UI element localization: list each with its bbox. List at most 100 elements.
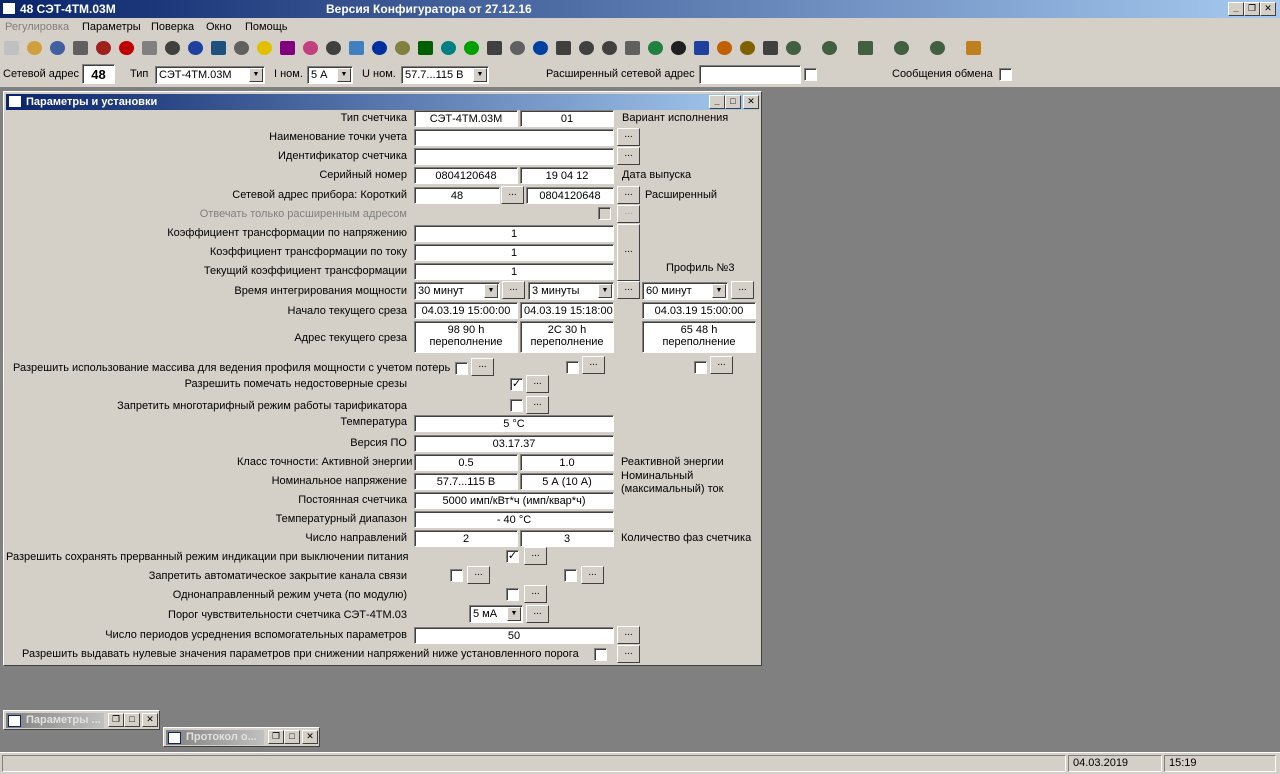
ktrans-button[interactable]: ...: [617, 224, 640, 281]
periods-input[interactable]: 50: [414, 627, 614, 644]
chevron-down-icon[interactable]: ▼: [507, 607, 521, 621]
close-icon[interactable]: ✕: [1260, 2, 1276, 16]
array1-checkbox[interactable]: [455, 362, 468, 375]
ext-addr-field[interactable]: [699, 65, 801, 84]
app-icon[interactable]: [2, 2, 16, 15]
autoclose1-button[interactable]: ...: [467, 566, 490, 584]
identifier-input[interactable]: [414, 148, 614, 165]
integr1-button[interactable]: ...: [502, 281, 525, 299]
eye-icon[interactable]: [441, 41, 456, 55]
list-icon[interactable]: [395, 41, 410, 55]
ext-only-button[interactable]: ...: [617, 205, 640, 223]
minimize-icon[interactable]: _: [709, 95, 725, 109]
restore-icon[interactable]: ❐: [108, 713, 124, 727]
short-addr-button[interactable]: ...: [501, 186, 524, 204]
tools-icon[interactable]: [625, 41, 640, 55]
plug5-icon[interactable]: [930, 41, 945, 55]
type-select[interactable]: СЭТ-4ТМ.03М ▼: [155, 66, 265, 84]
minimized-protocol-window[interactable]: Протокол о... ❐ □ ✕: [163, 727, 320, 747]
autoclose2-button[interactable]: ...: [581, 566, 604, 584]
plug4-icon[interactable]: [894, 41, 909, 55]
threshold-button[interactable]: ...: [526, 605, 549, 623]
net-addr-field[interactable]: 48: [82, 64, 115, 84]
info-icon[interactable]: [372, 41, 387, 55]
ext-addr-field[interactable]: 0804120648: [526, 187, 614, 204]
maximize-icon[interactable]: □: [124, 713, 140, 727]
pen-icon[interactable]: [740, 41, 755, 55]
autoclose1-checkbox[interactable]: [450, 569, 463, 582]
maximize-icon[interactable]: □: [725, 95, 741, 109]
read-icon[interactable]: [96, 41, 111, 55]
monitor-icon[interactable]: [763, 41, 778, 55]
close-icon[interactable]: ✕: [743, 95, 759, 109]
chevron-down-icon[interactable]: ▼: [337, 68, 351, 82]
plug1-icon[interactable]: [786, 41, 801, 55]
integr2-button[interactable]: ...: [617, 281, 640, 299]
unreliable-button[interactable]: ...: [526, 375, 549, 393]
save-icon[interactable]: [50, 41, 65, 55]
meter-icon[interactable]: [326, 41, 341, 55]
delta-icon[interactable]: [579, 41, 594, 55]
unreliable-checkbox[interactable]: ✓: [510, 378, 523, 391]
radar-icon[interactable]: [533, 41, 548, 55]
book-icon[interactable]: [694, 41, 709, 55]
scales-icon[interactable]: [487, 41, 502, 55]
zero-button[interactable]: ...: [617, 645, 640, 663]
chevron-down-icon[interactable]: ▼: [249, 68, 263, 82]
menu-parameters[interactable]: Параметры: [82, 21, 141, 33]
unom-select[interactable]: 57.7...115 В ▼: [401, 66, 489, 84]
array2-checkbox[interactable]: [566, 361, 579, 374]
maximize-icon[interactable]: □: [284, 730, 300, 744]
sigma-icon[interactable]: [671, 41, 686, 55]
identifier-button[interactable]: ...: [617, 147, 640, 165]
plug3-icon[interactable]: [858, 41, 873, 55]
ext-only-checkbox[interactable]: [598, 207, 611, 220]
chevron-down-icon[interactable]: ▼: [484, 284, 498, 298]
open-icon[interactable]: [27, 41, 42, 55]
print-icon[interactable]: [73, 41, 88, 55]
wave-icon[interactable]: [188, 41, 203, 55]
save-ind-checkbox[interactable]: ✓: [506, 550, 519, 563]
menu-verification[interactable]: Поверка: [151, 21, 194, 33]
multitariff-checkbox[interactable]: [510, 399, 523, 412]
multitariff-button[interactable]: ...: [526, 396, 549, 414]
short-addr-field[interactable]: 48: [414, 187, 500, 204]
ext-addr-button[interactable]: ...: [617, 186, 640, 204]
device-icon[interactable]: [510, 41, 525, 55]
periods-button[interactable]: ...: [617, 626, 640, 644]
timer-icon[interactable]: [556, 41, 571, 55]
plug2-icon[interactable]: [822, 41, 837, 55]
exchange-checkbox[interactable]: [999, 68, 1012, 81]
phone-icon[interactable]: [165, 41, 180, 55]
integr3-button[interactable]: ...: [731, 281, 754, 299]
paint-icon[interactable]: [966, 41, 981, 55]
array3-button[interactable]: ...: [710, 356, 733, 374]
menu-window[interactable]: Окно: [206, 21, 232, 33]
array1-button[interactable]: ...: [471, 358, 494, 376]
point-name-button[interactable]: ...: [617, 128, 640, 146]
threshold-select[interactable]: 5 мА ▼: [469, 605, 523, 623]
close-icon[interactable]: ✕: [302, 730, 318, 744]
screen-icon[interactable]: [418, 41, 433, 55]
ext-addr-checkbox[interactable]: [804, 68, 817, 81]
close-icon[interactable]: ✕: [142, 713, 158, 727]
scissors-icon[interactable]: [602, 41, 617, 55]
clock-icon[interactable]: [234, 41, 249, 55]
restore-icon[interactable]: ❐: [1244, 2, 1260, 16]
inom-select[interactable]: 5 А ▼: [307, 66, 353, 84]
array2-button[interactable]: ...: [582, 356, 605, 374]
window-icon[interactable]: [8, 95, 22, 108]
unidir-checkbox[interactable]: [506, 588, 519, 601]
kti-input[interactable]: 1: [414, 244, 614, 261]
unidir-button[interactable]: ...: [524, 585, 547, 603]
chevron-down-icon[interactable]: ▼: [712, 284, 726, 298]
restore-icon[interactable]: ❐: [268, 730, 284, 744]
integr2-select[interactable]: 3 минуты ▼: [528, 282, 614, 300]
palette-icon[interactable]: [303, 41, 318, 55]
copy-icon[interactable]: [142, 41, 157, 55]
integr1-select[interactable]: 30 минут ▼: [414, 282, 500, 300]
check-icon[interactable]: [464, 41, 479, 55]
menu-regulation[interactable]: Регулировка: [5, 21, 69, 33]
fire-icon[interactable]: [717, 41, 732, 55]
save-ind-button[interactable]: ...: [524, 547, 547, 565]
